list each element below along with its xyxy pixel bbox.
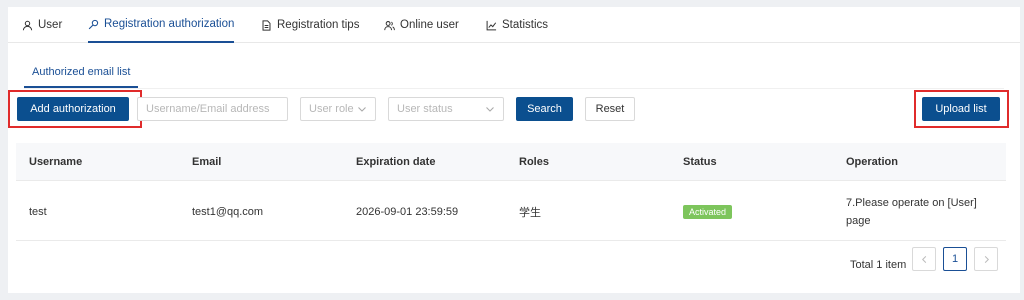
chart-icon [486,20,497,30]
search-input[interactable] [137,97,288,121]
column-header: Expiration date [356,156,436,168]
user-icon [22,20,33,30]
users-icon [384,20,395,30]
tab-registration-tips-label: Registration tips [277,19,360,31]
user-status-select[interactable]: User status [388,97,504,121]
table-row: test test1@qq.com 2026-09-01 23:59:59 学生… [16,182,1006,241]
tab-registration-authorization[interactable]: Registration authorization [88,7,235,43]
table-header: Username Email Expiration date Roles Sta… [16,143,1006,181]
cell-email: test1@qq.com [192,205,264,218]
subtab-divider [24,88,1004,89]
tab-registration-authorization-label: Registration authorization [104,18,235,30]
cell-roles: 学生 [519,205,541,219]
tab-registration-tips[interactable]: Registration tips [261,7,359,43]
status-badge: Activated [683,204,733,219]
operation-text: 7.Please operate on [User] page [846,196,977,227]
tab-online-user[interactable]: Online user [384,7,459,43]
user-role-select[interactable]: User role [300,97,376,121]
cell-expiration-date: 2026-09-01 23:59:59 [356,205,459,218]
upload-list-button[interactable]: Upload list [922,97,1000,121]
search-button[interactable]: Search [516,97,573,121]
cell-operation: 7.Please operate on [User] page [846,182,996,241]
next-page-button[interactable] [974,247,998,271]
user-status-placeholder: User status [397,103,453,115]
chevron-down-icon [486,107,494,112]
column-header: Operation [846,156,898,168]
top-nav: User Registration authorization Registra… [8,7,1020,43]
tab-statistics-label: Statistics [502,19,549,31]
column-header: Roles [519,156,549,168]
column-header: Username [29,156,83,168]
reset-button[interactable]: Reset [585,97,635,121]
cell-username: test [29,205,47,218]
document-icon [262,19,271,31]
chevron-down-icon [358,107,366,112]
pagination-total: Total 1 item [850,259,907,271]
user-role-placeholder: User role [309,103,354,115]
chevron-right-icon [984,255,989,263]
page-number-button[interactable]: 1 [943,247,967,271]
tab-online-user-label: Online user [400,19,459,31]
chevron-left-icon [921,255,926,263]
tab-authorized-email-list[interactable]: Authorized email list [24,58,139,88]
tab-statistics[interactable]: Statistics [486,7,548,43]
tab-user-label: User [38,19,63,31]
column-header: Status [683,156,717,168]
column-header: Email [192,156,222,168]
prev-page-button[interactable] [912,247,936,271]
tab-user[interactable]: User [22,7,62,43]
main-panel: User Registration authorization Registra… [8,7,1020,293]
cell-status: Activated [683,182,733,241]
key-icon [88,19,99,29]
add-authorization-button[interactable]: Add authorization [17,97,129,121]
